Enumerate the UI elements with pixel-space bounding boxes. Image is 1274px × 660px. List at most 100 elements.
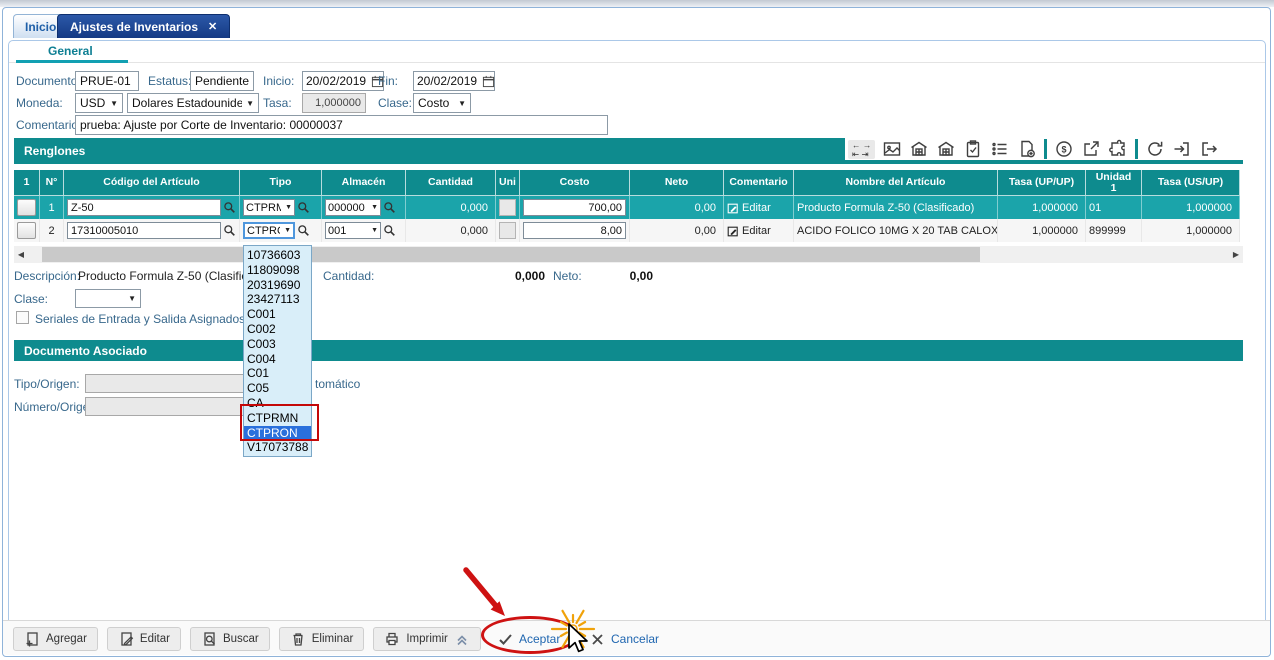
row-select-button[interactable] xyxy=(17,199,36,216)
table-row[interactable]: 2 CTPRON ▼ 001 ▼ 0,000 0,00 Editar xyxy=(14,219,1240,242)
tipo-select[interactable]: CTPRMN ▼ xyxy=(243,199,295,216)
neto-cell: 0,00 xyxy=(630,219,724,242)
dropdown-item[interactable]: 11809098 xyxy=(244,263,311,278)
comentario-label: Comentario: xyxy=(16,118,82,132)
search-icon[interactable] xyxy=(223,201,236,214)
clase-select[interactable]: Costo ▼ xyxy=(413,93,471,113)
tipo-select-open[interactable]: CTPRON ▼ xyxy=(243,222,295,239)
search-icon[interactable] xyxy=(383,224,396,237)
eliminar-button[interactable]: Eliminar xyxy=(278,627,365,651)
dropdown-item[interactable]: 23427113 xyxy=(244,292,311,307)
document-add-icon xyxy=(26,632,38,647)
chevron-down-icon: ▼ xyxy=(110,98,118,108)
row-select-button[interactable] xyxy=(17,222,36,239)
resize-columns-icon[interactable]: ← → ⇤ ⇥ xyxy=(848,139,876,159)
search-icon[interactable] xyxy=(383,201,396,214)
import-icon[interactable] xyxy=(1172,139,1192,159)
buscar-button[interactable]: Buscar xyxy=(189,627,270,651)
general-tab-divider xyxy=(9,62,1265,63)
horizontal-scrollbar[interactable]: ◀ ▶ xyxy=(14,246,1243,263)
comentario-input[interactable] xyxy=(75,115,608,135)
col-header-comentario[interactable]: Comentario xyxy=(724,170,794,196)
tab-ajustes-label: Ajustes de Inventarios xyxy=(70,19,199,34)
col-header-uni[interactable]: Uni xyxy=(496,170,520,196)
dropdown-item[interactable]: C05 xyxy=(244,381,311,396)
moneda-code-select[interactable]: USD ▼ xyxy=(75,93,123,113)
aceptar-button[interactable]: Aceptar xyxy=(491,627,566,651)
codigo-input[interactable] xyxy=(67,199,221,216)
imprimir-button[interactable]: Imprimir xyxy=(373,627,481,651)
agregar-button[interactable]: Agregar xyxy=(13,627,98,651)
dropdown-item[interactable]: C001 xyxy=(244,307,311,322)
clase-detail-select[interactable]: ▼ xyxy=(75,289,141,308)
cancelar-button[interactable]: Cancelar xyxy=(583,627,665,651)
fin-date-field[interactable] xyxy=(413,71,495,91)
export-icon[interactable] xyxy=(1199,139,1219,159)
col-header-codigo[interactable]: Código del Artículo xyxy=(64,170,240,196)
moneda-name-select[interactable]: Dolares Estadounidense ▼ xyxy=(127,93,259,113)
table-row[interactable]: 1 CTPRMN ▼ 000000 ▼ 0,000 0,00 Edit xyxy=(14,196,1240,219)
col-header-unidad1[interactable]: Unidad 1 xyxy=(1086,170,1142,196)
search-icon[interactable] xyxy=(297,224,310,237)
uni-cell[interactable] xyxy=(499,222,516,239)
codigo-input[interactable] xyxy=(67,222,221,239)
dropdown-item[interactable]: 10736603 xyxy=(244,248,311,263)
col-header-sel[interactable]: 1 xyxy=(14,170,40,196)
costo-input[interactable] xyxy=(523,199,626,216)
neto-cell: 0,00 xyxy=(630,196,724,219)
external-link-icon[interactable] xyxy=(1081,139,1101,159)
dollar-icon[interactable]: $ xyxy=(1054,139,1074,159)
chevron-double-up-icon[interactable] xyxy=(454,631,470,647)
tab-general[interactable]: General xyxy=(48,44,93,58)
scrollbar-thumb[interactable] xyxy=(42,247,980,262)
col-header-nombre[interactable]: Nombre del Artículo xyxy=(794,170,998,196)
uni-cell[interactable] xyxy=(499,199,516,216)
refresh-icon[interactable] xyxy=(1145,139,1165,159)
tab-ajustes-de-inventarios[interactable]: Ajustes de Inventarios ✕ xyxy=(57,14,231,38)
dropdown-item[interactable]: V17073788 xyxy=(244,440,311,455)
document-add-icon[interactable] xyxy=(1017,139,1037,159)
col-header-tipo[interactable]: Tipo xyxy=(240,170,322,196)
editar-link[interactable]: Editar xyxy=(727,202,771,214)
editar-button[interactable]: Editar xyxy=(106,627,181,651)
warehouse-out-icon[interactable] xyxy=(936,139,956,159)
seriales-checkbox[interactable] xyxy=(16,311,29,324)
list-icon[interactable] xyxy=(990,139,1010,159)
tasa-input xyxy=(302,93,366,113)
seriales-label: Seriales de Entrada y Salida Asignados xyxy=(35,312,246,326)
image-icon[interactable] xyxy=(882,139,902,159)
tab-close-icon[interactable]: ✕ xyxy=(208,20,217,33)
clipboard-check-icon[interactable] xyxy=(963,139,983,159)
estatus-input[interactable] xyxy=(190,71,254,91)
chevron-down-icon: ▼ xyxy=(371,227,378,234)
col-header-neto[interactable]: Neto xyxy=(630,170,724,196)
editar-link[interactable]: Editar xyxy=(727,225,771,237)
scroll-left-icon[interactable]: ◀ xyxy=(14,246,28,263)
scroll-right-icon[interactable]: ▶ xyxy=(1229,246,1243,263)
warehouse-in-icon[interactable] xyxy=(909,139,929,159)
dropdown-item[interactable]: C004 xyxy=(244,352,311,367)
puzzle-icon[interactable] xyxy=(1108,139,1128,159)
col-header-costo[interactable]: Costo xyxy=(520,170,630,196)
chevron-down-icon: ▼ xyxy=(458,98,466,108)
costo-input[interactable] xyxy=(523,222,626,239)
fin-date-input[interactable] xyxy=(414,74,482,88)
col-header-almacen[interactable]: Almacén xyxy=(322,170,406,196)
almacen-select[interactable]: 001 ▼ xyxy=(325,222,381,239)
descripcion-label: Descripción: xyxy=(14,269,81,283)
inicio-date-input[interactable] xyxy=(303,74,371,88)
inicio-date-field[interactable] xyxy=(302,71,384,91)
documento-input[interactable] xyxy=(75,71,139,91)
almacen-select[interactable]: 000000 ▼ xyxy=(325,199,381,216)
dropdown-item[interactable]: C003 xyxy=(244,337,311,352)
dropdown-item[interactable]: C01 xyxy=(244,366,311,381)
calendar-icon[interactable] xyxy=(482,75,495,88)
col-header-tasa-upup[interactable]: Tasa (UP/UP) xyxy=(998,170,1086,196)
search-icon[interactable] xyxy=(297,201,310,214)
col-header-cantidad[interactable]: Cantidad xyxy=(406,170,496,196)
dropdown-item[interactable]: C002 xyxy=(244,322,311,337)
col-header-num[interactable]: N° xyxy=(40,170,64,196)
dropdown-item[interactable]: 20319690 xyxy=(244,278,311,293)
search-icon[interactable] xyxy=(223,224,236,237)
col-header-tasa-usup[interactable]: Tasa (US/UP) xyxy=(1142,170,1240,196)
